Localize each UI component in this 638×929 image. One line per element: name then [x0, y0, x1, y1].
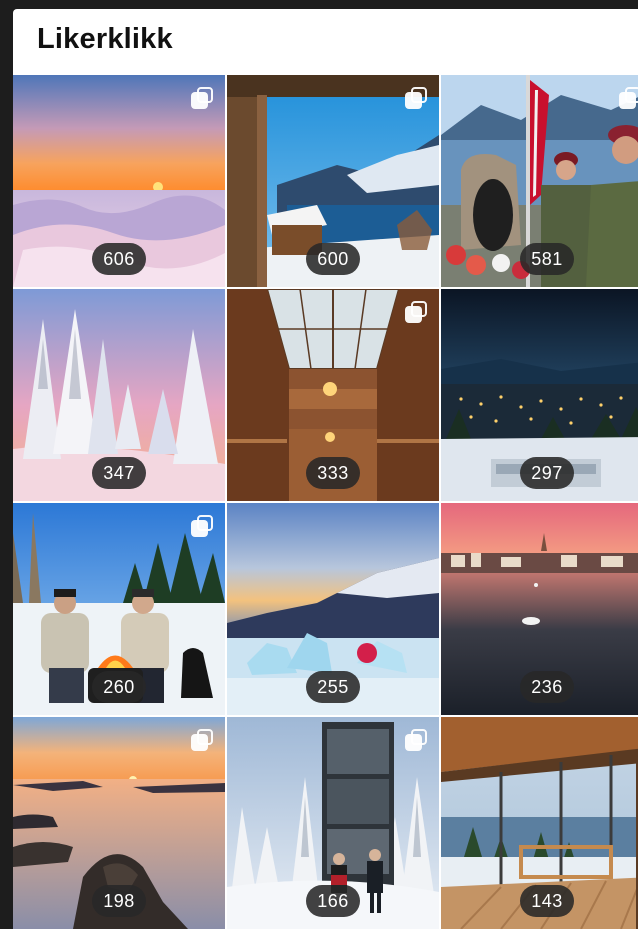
- like-count: 581: [520, 243, 574, 275]
- photo-tile-cabin-fjord[interactable]: 600: [227, 75, 439, 287]
- multiple-images-icon: [405, 87, 427, 109]
- photo-tile-glass-tower[interactable]: 166: [227, 717, 439, 929]
- like-count: 236: [520, 671, 574, 703]
- photo-tile-ice-floes[interactable]: 255: [227, 503, 439, 715]
- like-count: 143: [520, 885, 574, 917]
- like-count: 606: [92, 243, 146, 275]
- photo-tile-snowy-trees[interactable]: 347: [13, 289, 225, 501]
- photo-tile-islands-sunset[interactable]: 198: [13, 717, 225, 929]
- photo-tile-ornate-hall[interactable]: 333: [227, 289, 439, 501]
- photo-tile-fire-pit[interactable]: 260: [13, 503, 225, 715]
- photo-grid: 606 600 581 347 333 297 260 255 236 198 …: [13, 75, 638, 929]
- photo-tile-harbour-sunset[interactable]: 236: [441, 503, 638, 715]
- photo-tile-sunrise-clouds[interactable]: 606: [13, 75, 225, 287]
- like-count: 255: [306, 671, 360, 703]
- like-count: 198: [92, 885, 146, 917]
- multiple-images-icon: [191, 729, 213, 751]
- like-count: 166: [306, 885, 360, 917]
- multiple-images-icon: [405, 729, 427, 751]
- likerklikk-panel: Likerklikk 606 600 581 347 333 297 260 2…: [13, 9, 638, 929]
- like-count: 600: [306, 243, 360, 275]
- page-title: Likerklikk: [37, 23, 173, 55]
- multiple-images-icon: [405, 301, 427, 323]
- like-count: 297: [520, 457, 574, 489]
- photo-tile-memorial[interactable]: 581: [441, 75, 638, 287]
- like-count: 347: [92, 457, 146, 489]
- photo-tile-town-night[interactable]: 297: [441, 289, 638, 501]
- like-count: 260: [92, 671, 146, 703]
- photo-tile-glass-room[interactable]: 143: [441, 717, 638, 929]
- multiple-images-icon: [191, 87, 213, 109]
- like-count: 333: [306, 457, 360, 489]
- multiple-images-icon: [619, 87, 638, 109]
- multiple-images-icon: [191, 515, 213, 537]
